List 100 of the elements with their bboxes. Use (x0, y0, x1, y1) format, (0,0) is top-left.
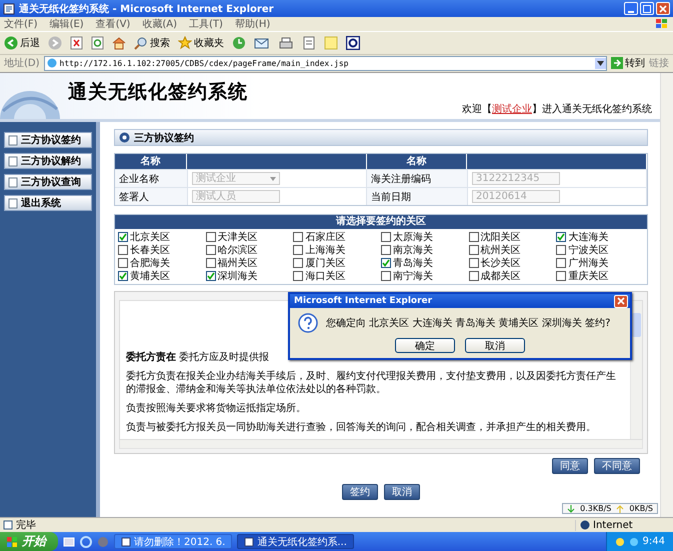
checkbox-label[interactable]: 石家庄区 (305, 230, 346, 244)
checkbox[interactable] (118, 232, 128, 242)
scrollbar[interactable] (119, 440, 643, 449)
home-icon[interactable] (112, 36, 126, 50)
question-icon (298, 313, 318, 333)
menu-item[interactable]: 编辑(E) (50, 17, 84, 31)
sidebar-item[interactable]: 三方协议查询 (4, 174, 92, 190)
checkbox-label[interactable]: 黄埔关区 (130, 268, 170, 282)
checkmark-icon (119, 272, 127, 280)
company-link[interactable]: 测试企业 (492, 104, 532, 115)
checkbox[interactable] (293, 244, 304, 254)
menu-item[interactable]: 工具(T) (189, 17, 223, 31)
address-label: 地址(D) (4, 56, 40, 70)
checkbox[interactable] (206, 270, 216, 280)
checkbox[interactable] (468, 244, 479, 254)
minimize-button[interactable] (624, 2, 638, 15)
checkbox-label[interactable]: 太原海关 (392, 230, 433, 244)
sidebar-item[interactable]: 三方协议解约 (4, 153, 92, 169)
checkbox-label[interactable]: 南宁海关 (392, 268, 433, 282)
checkbox-label[interactable]: 重庆关区 (568, 268, 608, 282)
checkbox[interactable] (556, 232, 566, 242)
checkbox-label[interactable]: 海口关区 (305, 268, 346, 282)
checkmark-icon (206, 272, 215, 280)
menu-item[interactable]: 帮助(H) (234, 17, 270, 31)
dropdown-icon[interactable] (595, 58, 606, 68)
checkbox-label[interactable]: 青岛海关 (392, 256, 433, 270)
sidebar-item[interactable]: 三方协议签约 (4, 132, 92, 148)
checkbox-label[interactable]: 厦门关区 (305, 256, 346, 270)
dialog-button[interactable]: 取消 (465, 338, 525, 353)
checkbox[interactable] (293, 232, 304, 242)
taskbar-item[interactable]: 请勿删除！2012. 6. (114, 534, 232, 549)
checkbox[interactable] (468, 232, 479, 242)
checkbox-label[interactable]: 沈阳关区 (480, 230, 521, 244)
checkbox[interactable] (118, 258, 128, 268)
checkbox[interactable] (380, 270, 391, 280)
history-icon[interactable] (232, 36, 246, 50)
desktop-icon[interactable] (63, 536, 75, 548)
agreement-paragraph: 负责按照海关要求将货物运抵指定场所。 (126, 402, 306, 415)
checkbox-label[interactable]: 上海海关 (305, 242, 346, 256)
app-icon[interactable] (346, 36, 360, 50)
checkbox[interactable] (380, 244, 391, 254)
checkbox[interactable] (380, 258, 391, 268)
scrollbar[interactable] (660, 73, 673, 517)
checkbox[interactable] (468, 270, 479, 280)
back-button[interactable]: 后退 (4, 36, 40, 50)
field-label: 当前日期 (367, 187, 467, 205)
checkbox[interactable] (556, 270, 566, 280)
checkbox-label[interactable]: 合肥海关 (130, 256, 170, 270)
action-button[interactable]: 签约 (342, 484, 378, 500)
agreement-button[interactable]: 不同意 (594, 458, 640, 474)
action-button[interactable]: 取消 (384, 484, 420, 500)
go-button[interactable]: 转到 (611, 56, 645, 70)
checkbox-label[interactable]: 杭州关区 (480, 242, 521, 256)
checkbox[interactable] (556, 244, 566, 254)
menu-item[interactable]: 收藏(A) (142, 17, 177, 31)
checkbox[interactable] (293, 270, 304, 280)
checkbox-label[interactable]: 天津关区 (218, 230, 258, 244)
checkbox[interactable] (206, 244, 216, 254)
checkbox-label[interactable]: 哈尔滨区 (218, 242, 258, 256)
refresh-icon[interactable] (91, 36, 104, 50)
search-button[interactable]: 搜索 (134, 36, 170, 50)
field-label: 海关注册编码 (367, 169, 467, 187)
sidebar-item[interactable]: 退出系统 (4, 195, 92, 211)
tray-icon[interactable] (614, 536, 625, 546)
stop-icon[interactable] (70, 36, 83, 50)
close-button[interactable] (614, 294, 628, 308)
checkbox-label[interactable]: 大连海关 (568, 230, 608, 244)
checkbox[interactable] (118, 270, 128, 280)
address-field[interactable]: http://172.16.1.102:27005/CDBS/cdex/pageFrame/main_index.jsp (44, 56, 607, 70)
document-icon[interactable] (302, 36, 316, 50)
checkbox-label[interactable]: 南京海关 (392, 242, 433, 256)
checkbox[interactable] (468, 258, 479, 268)
section-title: 三方协议签约 (134, 131, 194, 144)
taskbar-item[interactable]: 通关无纸化签约系... (237, 534, 354, 549)
checkbox-label[interactable]: 长春关区 (130, 242, 170, 256)
checkbox-label[interactable]: 深圳海关 (218, 268, 258, 282)
checkbox[interactable] (206, 232, 216, 242)
checkbox[interactable] (206, 258, 216, 268)
checkbox-label[interactable]: 广州海关 (568, 256, 608, 270)
checkbox[interactable] (293, 258, 304, 268)
welcome-text: 欢迎【 (462, 104, 492, 115)
checkbox[interactable] (556, 258, 566, 268)
checkbox[interactable] (118, 244, 128, 254)
maximize-button[interactable] (640, 2, 654, 15)
checkbox-label[interactable]: 宁波关区 (568, 242, 608, 256)
printer-icon[interactable] (278, 36, 294, 50)
mail-icon[interactable] (254, 36, 270, 50)
browser-icon[interactable] (80, 536, 92, 548)
checkbox-label[interactable]: 北京关区 (130, 230, 170, 244)
favorites-button[interactable]: 收藏夹 (178, 36, 224, 50)
menu-item[interactable]: 文件(F) (4, 17, 38, 31)
checkbox-label[interactable]: 福州关区 (218, 256, 258, 270)
checkbox-label[interactable]: 成都关区 (480, 268, 521, 282)
menu-item[interactable]: 查看(V) (96, 17, 130, 31)
agreement-button[interactable]: 同意 (552, 458, 588, 474)
close-button[interactable] (656, 2, 670, 15)
checkbox[interactable] (380, 232, 391, 242)
scrollbar[interactable] (630, 301, 642, 439)
dialog-button[interactable]: 确定 (395, 338, 455, 353)
checkbox-label[interactable]: 长沙关区 (480, 256, 521, 270)
